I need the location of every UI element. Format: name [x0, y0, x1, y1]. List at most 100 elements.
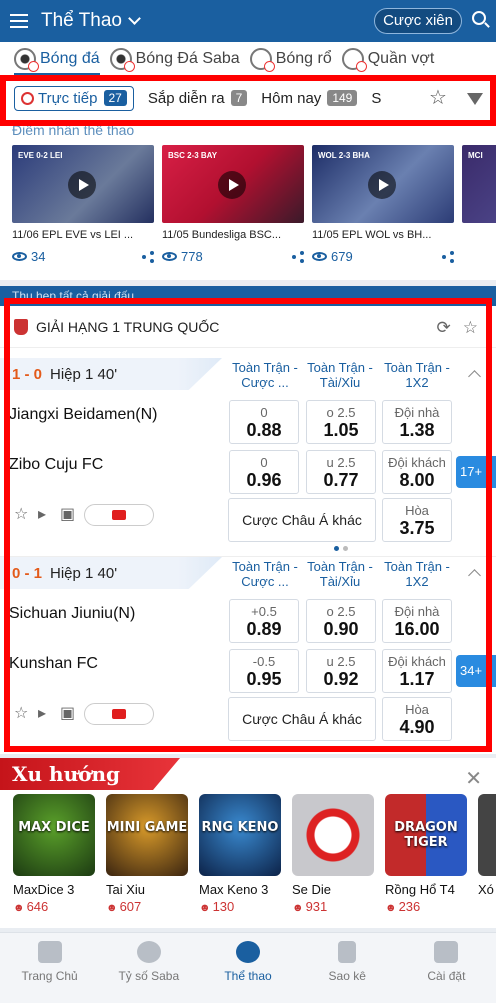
game-card[interactable]: MINI GAME Tai Xiu 607 [106, 794, 188, 914]
video-thumbnail[interactable]: BSC 2-3 BAY [162, 145, 304, 223]
game-card[interactable]: MAX DICE MaxDice 3 646 [13, 794, 95, 914]
away-team: Zibo Cuju FC [9, 456, 104, 473]
odds-value: 1.05 [323, 420, 359, 440]
star-icon[interactable]: ☆ [14, 703, 28, 723]
play-icon[interactable] [218, 171, 246, 199]
collapse-icon[interactable] [468, 370, 481, 383]
nav-saba-scores[interactable]: Tỷ số Saba [99, 933, 198, 1003]
odds-over[interactable]: o 2.5 0.90 [306, 599, 376, 643]
video-stats: 34 [12, 249, 154, 264]
play-icon[interactable]: ▸ [38, 703, 46, 723]
odds-handicap-home[interactable]: 0 0.88 [229, 400, 299, 444]
eye-icon [12, 252, 27, 261]
nav-home[interactable]: Trang Chủ [0, 933, 99, 1003]
filter-icon[interactable] [467, 93, 483, 105]
odds-value: 0.92 [323, 669, 359, 689]
odds-line: 0 [260, 405, 268, 420]
nav-sports[interactable]: Thể thao [198, 933, 297, 1003]
share-icon[interactable] [292, 250, 304, 263]
filter-today[interactable]: Hôm nay 149 [261, 90, 358, 107]
search-icon[interactable] [472, 11, 486, 25]
hamburger-icon[interactable] [10, 14, 28, 28]
page-title[interactable]: Thể Thao [41, 10, 122, 32]
video-stats: 679 [312, 249, 454, 264]
play-icon[interactable] [368, 171, 396, 199]
highlight-card[interactable]: WOL 2-3 BHA 11/05 EPL WOL vs BH... 679 [312, 145, 454, 264]
video-thumbnail[interactable]: MCI [462, 145, 496, 223]
game-thumbnail[interactable]: MAX DICE [13, 794, 95, 876]
star-icon[interactable]: ☆ [463, 318, 478, 338]
tab-basketball[interactable]: Bóng rổ [249, 42, 332, 75]
video-thumbnail[interactable]: WOL 2-3 BHA [312, 145, 454, 223]
odds-handicap-away[interactable]: 0 0.96 [229, 450, 299, 494]
odds-under[interactable]: u 2.5 0.92 [306, 649, 376, 693]
other-asian-bets-button[interactable]: Cược Châu Á khác [228, 498, 376, 542]
odds-1x2-away[interactable]: Đội khách 8.00 [382, 450, 452, 494]
parlay-button[interactable]: Cược xiên [374, 8, 462, 34]
filter-label: Sắp diễn ra [147, 89, 225, 107]
thumb-score: EVE 0-2 LEI [18, 151, 63, 160]
star-icon[interactable]: ☆ [14, 504, 28, 524]
play-icon[interactable] [68, 171, 96, 199]
odds-value: 1.38 [399, 420, 435, 440]
odds-under[interactable]: u 2.5 0.77 [306, 450, 376, 494]
game-thumbnail[interactable]: RNG KENO [199, 794, 281, 876]
video-thumbnail[interactable]: EVE 0-2 LEI [12, 145, 154, 223]
odds-over[interactable]: o 2.5 1.05 [306, 400, 376, 444]
game-thumbnail[interactable] [478, 794, 496, 876]
odds-handicap-home[interactable]: +0.5 0.89 [229, 599, 299, 643]
game-thumbnail[interactable] [292, 794, 374, 876]
match-score: 1 - 0 [12, 366, 43, 383]
chevron-down-icon[interactable] [128, 12, 141, 25]
game-card[interactable]: Xó [478, 794, 496, 897]
collapse-icon[interactable] [468, 569, 481, 582]
collapse-all-bar[interactable]: Thu hẹp tất cả giải đấu [0, 286, 496, 306]
filter-more[interactable]: S [371, 90, 381, 107]
live-stream-icon[interactable] [84, 504, 154, 526]
close-icon[interactable]: ✕ [465, 766, 482, 791]
game-thumbnail[interactable]: DRAGON TIGER [385, 794, 467, 876]
league-header[interactable]: GIẢI HẠNG 1 TRUNG QUỐC ⟳ ☆ [0, 306, 496, 348]
field-icon[interactable]: ▣ [60, 703, 75, 723]
nav-label: Thể thao [224, 969, 272, 983]
refresh-icon[interactable]: ⟳ [437, 318, 451, 338]
highlight-card[interactable]: MCI [462, 145, 496, 223]
tab-tennis[interactable]: Quần vợt [341, 42, 434, 75]
section-title: Điểm nhấn thể thao [12, 122, 135, 138]
odds-1x2-draw[interactable]: Hòa 3.75 [382, 498, 452, 542]
play-icon[interactable]: ▸ [38, 504, 46, 524]
column-header-1x2: Toàn Trận - 1X2 [384, 360, 450, 390]
share-icon[interactable] [442, 250, 454, 263]
more-markets-button[interactable]: 34+ [456, 655, 496, 687]
other-asian-bets-button[interactable]: Cược Châu Á khác [228, 697, 376, 741]
player-count: 130 [199, 899, 281, 914]
odds-1x2-home[interactable]: Đội nhà 1.38 [382, 400, 452, 444]
highlight-card[interactable]: EVE 0-2 LEI 11/06 EPL EVE vs LEI ... 34 [12, 145, 154, 264]
video-caption: 11/05 Bundesliga BSC... [162, 229, 282, 241]
odds-1x2-draw[interactable]: Hòa 4.90 [382, 697, 452, 741]
filter-upcoming[interactable]: Sắp diễn ra 7 [147, 89, 248, 107]
game-card[interactable]: Se Die 931 [292, 794, 374, 914]
highlight-card[interactable]: BSC 2-3 BAY 11/05 Bundesliga BSC... 778 [162, 145, 304, 264]
game-art-text: DRAGON TIGER [394, 820, 458, 850]
football-icon [109, 47, 135, 72]
tab-saba-football[interactable]: Bóng Đá Saba [109, 42, 240, 75]
nav-statement[interactable]: Sao kê [298, 933, 397, 1003]
game-thumbnail[interactable]: MINI GAME [106, 794, 188, 876]
odds-1x2-away[interactable]: Đội khách 1.17 [382, 649, 452, 693]
game-name: Rồng Hổ T4 [385, 882, 455, 897]
odds-handicap-away[interactable]: -0.5 0.95 [229, 649, 299, 693]
share-icon[interactable] [142, 250, 154, 263]
star-icon[interactable]: ☆ [428, 88, 448, 108]
tab-football[interactable]: Bóng đá [14, 42, 100, 75]
odds-value: 4.90 [399, 717, 435, 737]
count-badge: 149 [327, 90, 358, 106]
game-card[interactable]: RNG KENO Max Keno 3 130 [199, 794, 281, 914]
odds-1x2-home[interactable]: Đội nhà 16.00 [382, 599, 452, 643]
field-icon[interactable]: ▣ [60, 504, 75, 524]
nav-settings[interactable]: Cài đặt [397, 933, 496, 1003]
live-stream-icon[interactable] [84, 703, 154, 725]
game-card[interactable]: DRAGON TIGER Rồng Hổ T4 236 [385, 794, 467, 914]
filter-live[interactable]: Trực tiếp 27 [14, 85, 134, 111]
more-markets-button[interactable]: 17+ [456, 456, 496, 488]
